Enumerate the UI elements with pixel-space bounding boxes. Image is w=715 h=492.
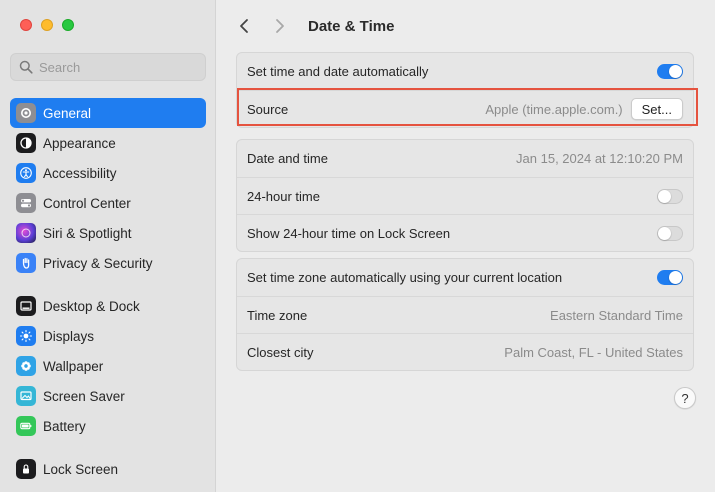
sidebar-item-label: Appearance [43, 135, 116, 151]
date-time-label: Date and time [247, 151, 328, 166]
auto-time-label: Set time and date automatically [247, 64, 429, 79]
auto-time-zone-toggle[interactable] [657, 270, 683, 285]
search-field[interactable] [10, 53, 206, 81]
auto-time-zone-label: Set time zone automatically using your c… [247, 270, 563, 285]
lock-screen-24-hour-toggle[interactable] [657, 225, 683, 241]
sidebar-item-battery[interactable]: Battery [10, 411, 206, 441]
dock-icon [16, 296, 36, 316]
auto-time-toggle[interactable] [657, 64, 683, 79]
sidebar-item-label: Battery [43, 418, 86, 434]
sidebar-separator [10, 278, 206, 291]
sidebar-item-label: Displays [43, 328, 95, 344]
sidebar-separator [10, 441, 206, 454]
hand-icon [16, 253, 36, 273]
screen-saver-icon [16, 386, 36, 406]
traffic-lights [20, 19, 74, 31]
chevron-right-icon [276, 19, 284, 33]
chevron-left-icon [240, 19, 248, 33]
system-settings-window: General Appearance Accessibility Control… [0, 0, 715, 492]
sidebar-item-general[interactable]: General [10, 98, 206, 128]
page-title: Date & Time [308, 17, 395, 35]
auto-time-row: Set time and date automatically [237, 53, 693, 90]
sidebar-item-lock-screen[interactable]: Lock Screen [10, 454, 206, 484]
set-source-button[interactable]: Set... [630, 98, 683, 120]
source-row: Source Apple (time.apple.com.) Set... [237, 90, 693, 127]
sidebar-item-label: Wallpaper [43, 358, 104, 374]
24-hour-toggle[interactable] [657, 188, 683, 204]
search-icon [19, 60, 33, 74]
time-zone-row: Time zone Eastern Standard Time [237, 296, 693, 333]
auto-time-zone-row: Set time zone automatically using your c… [237, 259, 693, 296]
sidebar: General Appearance Accessibility Control… [0, 0, 216, 492]
appearance-icon [16, 133, 36, 153]
24-hour-label: 24-hour time [247, 188, 320, 204]
accessibility-icon [16, 163, 36, 183]
time-zone-label: Time zone [247, 307, 308, 323]
sidebar-item-accessibility[interactable]: Accessibility [10, 158, 206, 188]
forward-button[interactable] [264, 12, 296, 40]
date-time-row: Date and time Jan 15, 2024 at 12:10:20 P… [237, 140, 693, 177]
closest-city-label: Closest city [247, 344, 314, 360]
sidebar-item-label: Desktop & Dock [43, 298, 140, 314]
close-window-button[interactable] [20, 19, 32, 31]
main-content: Date & Time Set time and date automatica… [216, 0, 715, 492]
search-input[interactable] [39, 59, 189, 75]
lock-screen-24-hour-label: Show 24-hour time on Lock Screen [247, 225, 451, 241]
control-center-icon [16, 193, 36, 213]
lock-screen-24-hour-row: Show 24-hour time on Lock Screen [237, 214, 693, 251]
date-time-value[interactable]: Jan 15, 2024 at 12:10:20 PM [516, 151, 683, 166]
sidebar-item-privacy-security[interactable]: Privacy & Security [10, 248, 206, 278]
time-zone-group: Set time zone automatically using your c… [236, 258, 694, 371]
time-zone-value: Eastern Standard Time [550, 307, 683, 323]
sidebar-item-label: Privacy & Security [43, 255, 153, 271]
sidebar-item-control-center[interactable]: Control Center [10, 188, 206, 218]
closest-city-value: Palm Coast, FL - United States [504, 344, 683, 360]
back-button[interactable] [228, 12, 260, 40]
sidebar-item-label: Screen Saver [43, 388, 125, 404]
24-hour-row: 24-hour time [237, 177, 693, 214]
gear-icon [16, 103, 36, 123]
sidebar-item-label: Control Center [43, 195, 131, 211]
lock-icon [16, 459, 36, 479]
sidebar-item-appearance[interactable]: Appearance [10, 128, 206, 158]
sidebar-item-wallpaper[interactable]: Wallpaper [10, 351, 206, 381]
source-label: Source [247, 101, 289, 117]
wallpaper-icon [16, 356, 36, 376]
sidebar-item-label: Lock Screen [43, 461, 119, 477]
sidebar-item-label: Accessibility [43, 165, 117, 181]
help-button[interactable]: ? [674, 387, 696, 409]
sidebar-nav: General Appearance Accessibility Control… [10, 98, 206, 484]
sidebar-item-label: Siri & Spotlight [43, 225, 132, 241]
siri-icon [16, 223, 36, 243]
toolbar: Date & Time [216, 10, 715, 42]
zoom-window-button[interactable] [62, 19, 74, 31]
sidebar-item-siri-spotlight[interactable]: Siri & Spotlight [10, 218, 206, 248]
closest-city-row: Closest city Palm Coast, FL - United Sta… [237, 333, 693, 370]
sidebar-item-displays[interactable]: Displays [10, 321, 206, 351]
sidebar-item-desktop-dock[interactable]: Desktop & Dock [10, 291, 206, 321]
date-time-group: Date and time Jan 15, 2024 at 12:10:20 P… [236, 139, 694, 252]
sidebar-item-screen-saver[interactable]: Screen Saver [10, 381, 206, 411]
sidebar-item-label: General [43, 105, 92, 121]
source-value: Apple (time.apple.com.) [485, 101, 623, 117]
battery-icon [16, 416, 36, 436]
displays-icon [16, 326, 36, 346]
minimize-window-button[interactable] [41, 19, 53, 31]
auto-time-group: Set time and date automatically Source A… [236, 52, 694, 128]
